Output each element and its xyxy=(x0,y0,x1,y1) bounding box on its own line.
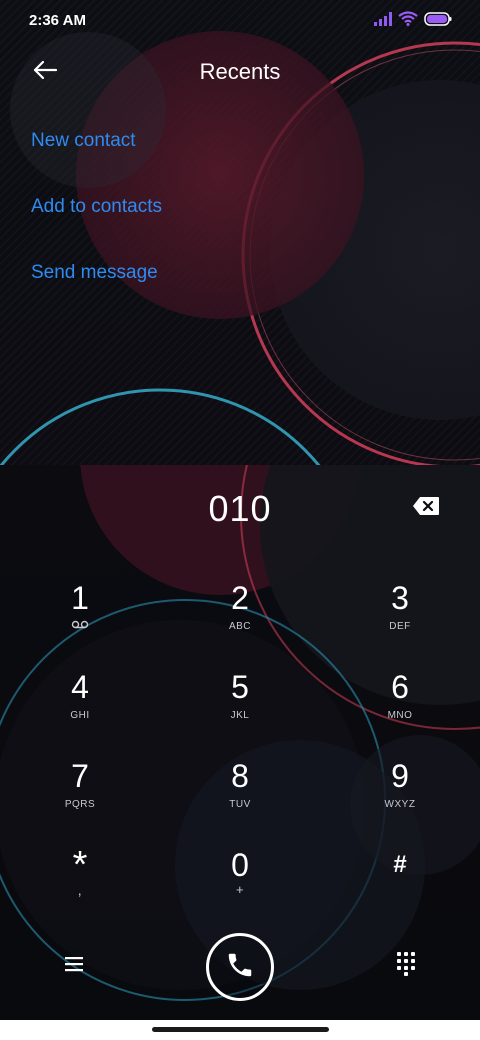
key-letters: , xyxy=(77,882,83,898)
key-5[interactable]: 5 JKL xyxy=(180,669,300,747)
key-6[interactable]: 6 MNO xyxy=(340,669,460,747)
key-letters: GHI xyxy=(70,710,90,721)
backspace-icon xyxy=(412,496,440,521)
menu-icon xyxy=(64,956,84,977)
status-bar: 2:36 AM xyxy=(0,0,480,42)
bottom-bar xyxy=(0,930,480,1004)
key-letters: WXYZ xyxy=(384,799,416,810)
key-digit: * xyxy=(72,844,88,886)
key-digit: 1 xyxy=(71,580,89,616)
backspace-button[interactable] xyxy=(404,490,448,526)
key-digit: 5 xyxy=(231,669,249,705)
key-digit: 9 xyxy=(391,758,409,794)
key-hash[interactable]: # xyxy=(340,847,460,925)
key-digit: 7 xyxy=(71,758,89,794)
new-contact-link[interactable]: New contact xyxy=(31,129,136,153)
key-letters: MNO xyxy=(387,710,413,721)
key-2[interactable]: 2 ABC xyxy=(180,580,300,658)
key-digit: 3 xyxy=(391,580,409,616)
signal-icon xyxy=(374,11,392,31)
key-digit: 0 xyxy=(231,847,249,883)
call-button[interactable] xyxy=(206,933,274,1001)
add-to-contacts-link[interactable]: Add to contacts xyxy=(31,195,162,219)
key-1[interactable]: 1 xyxy=(20,580,140,658)
key-digit: 6 xyxy=(391,669,409,705)
status-time: 2:36 AM xyxy=(29,12,86,29)
key-4[interactable]: 4 GHI xyxy=(20,669,140,747)
key-star[interactable]: * , xyxy=(20,844,140,925)
key-digit: 8 xyxy=(231,758,249,794)
key-digit: 4 xyxy=(71,669,89,705)
key-8[interactable]: 8 TUV xyxy=(180,758,300,836)
key-0[interactable]: 0 + xyxy=(180,847,300,925)
key-letters: PQRS xyxy=(64,799,96,810)
voicemail-icon xyxy=(20,620,140,635)
key-letters: JKL xyxy=(230,710,250,721)
page-title: Recents xyxy=(199,59,281,84)
send-message-link[interactable]: Send message xyxy=(31,261,158,285)
key-9[interactable]: 9 WXYZ xyxy=(340,758,460,836)
menu-button[interactable] xyxy=(54,950,94,982)
dialpad-toggle-button[interactable] xyxy=(386,950,426,982)
system-nav-bar xyxy=(0,1020,480,1040)
wifi-icon xyxy=(398,11,418,31)
home-indicator[interactable] xyxy=(152,1027,329,1032)
key-digit: # xyxy=(393,851,407,878)
key-letters: ABC xyxy=(228,621,252,632)
header: Recents xyxy=(0,42,480,102)
dialer-screen: 2:36 AM Recents New contact Add to conta… xyxy=(0,0,480,1040)
key-letters: DEF xyxy=(389,621,411,632)
key-letters: + xyxy=(235,882,245,897)
phone-icon xyxy=(225,950,255,985)
key-digit: 2 xyxy=(231,580,249,616)
key-7[interactable]: 7 PQRS xyxy=(20,758,140,836)
key-3[interactable]: 3 DEF xyxy=(340,580,460,658)
status-icons xyxy=(374,11,452,31)
key-letters: TUV xyxy=(229,799,251,810)
battery-icon xyxy=(424,11,452,31)
dialpad-icon xyxy=(396,951,416,982)
